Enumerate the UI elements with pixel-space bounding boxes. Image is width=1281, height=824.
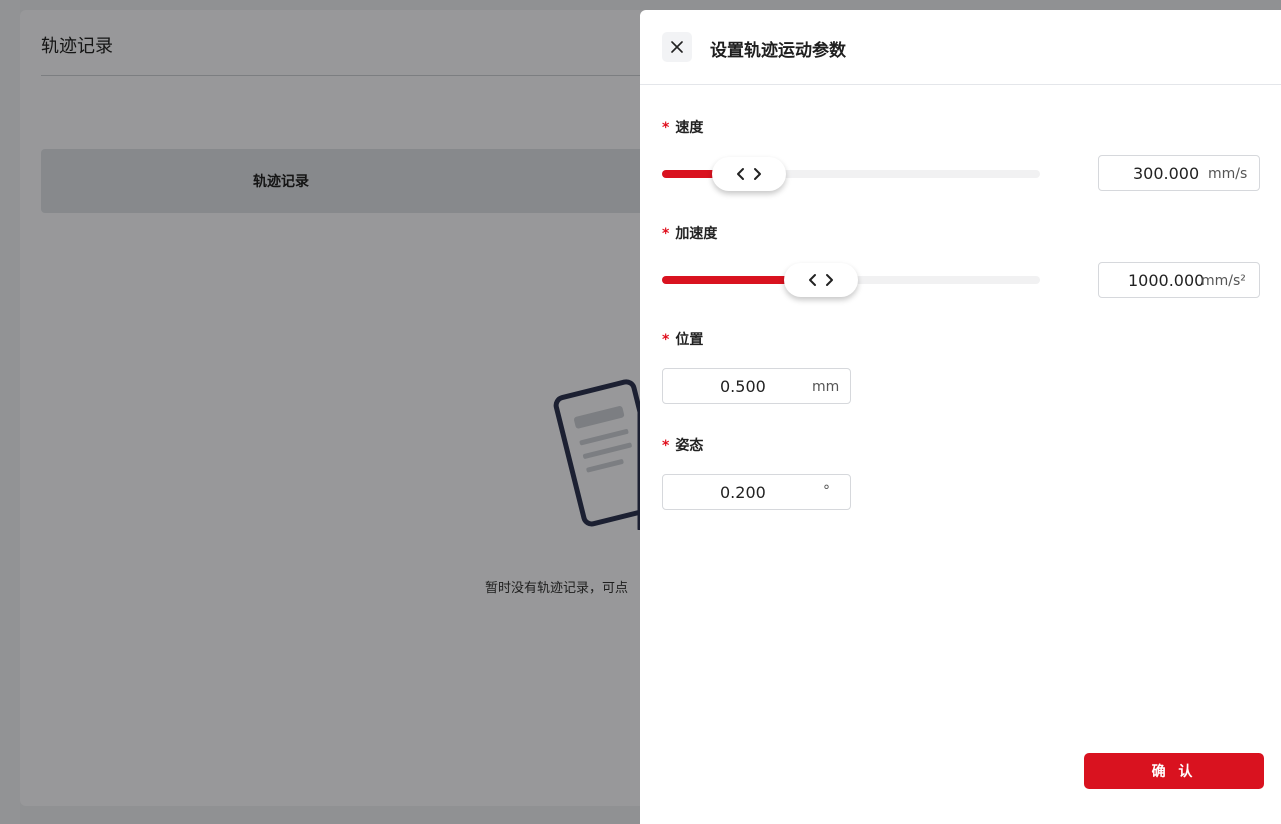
required-mark: * — [662, 438, 670, 454]
chevron-left-right-icon — [808, 274, 833, 286]
speed-slider-handle[interactable] — [711, 157, 786, 191]
speed-slider[interactable] — [662, 157, 1040, 191]
required-mark: * — [662, 226, 670, 242]
chevron-left-right-icon — [736, 168, 761, 180]
drawer-header: 设置轨迹运动参数 — [640, 10, 1281, 85]
acceleration-label-text: 加速度 — [675, 226, 718, 242]
posture-unit: ° — [823, 483, 830, 499]
speed-label-text: 速度 — [675, 120, 704, 136]
close-icon — [671, 41, 683, 53]
acceleration-value: 1000.000 — [1128, 271, 1205, 290]
drawer-title: 设置轨迹运动参数 — [710, 41, 846, 61]
posture-input[interactable]: 0.200 ° — [662, 474, 851, 510]
required-mark: * — [662, 120, 670, 136]
acceleration-unit: mm/s² — [1201, 273, 1246, 289]
close-button[interactable] — [662, 32, 692, 62]
speed-unit: mm/s — [1208, 166, 1248, 182]
motion-params-drawer: 设置轨迹运动参数 * 速度 300.000 mm/s * 加速度 1000.000 … — [640, 10, 1281, 824]
speed-label: * 速度 — [662, 117, 703, 137]
position-unit: mm — [812, 379, 840, 395]
position-label: * 位置 — [662, 329, 703, 349]
position-label-text: 位置 — [675, 332, 704, 348]
required-mark: * — [662, 332, 670, 348]
acceleration-slider-handle[interactable] — [783, 263, 858, 297]
confirm-button[interactable]: 确 认 — [1084, 753, 1264, 789]
acceleration-slider[interactable] — [662, 263, 1040, 297]
acceleration-label: * 加速度 — [662, 223, 717, 243]
posture-label: * 姿态 — [662, 435, 703, 455]
posture-value: 0.200 — [720, 483, 766, 502]
position-input[interactable]: 0.500 mm — [662, 368, 851, 404]
posture-label-text: 姿态 — [675, 438, 704, 454]
speed-value: 300.000 — [1133, 164, 1200, 183]
position-value: 0.500 — [720, 377, 766, 396]
speed-input[interactable]: 300.000 mm/s — [1098, 155, 1260, 191]
acceleration-input[interactable]: 1000.000 mm/s² — [1098, 262, 1260, 298]
